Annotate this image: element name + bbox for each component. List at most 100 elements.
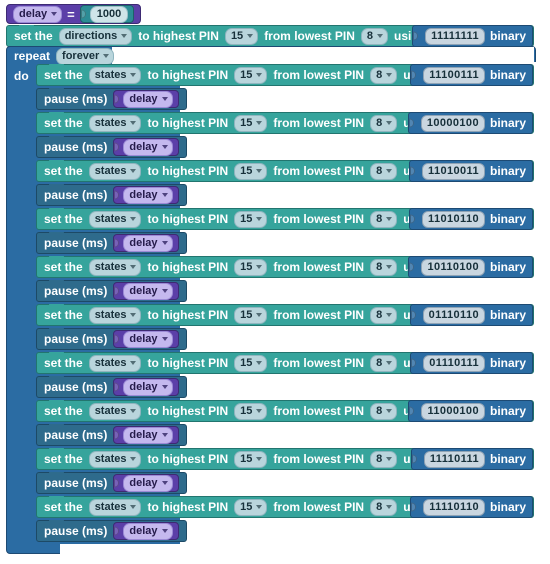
lowest-pin-field[interactable]: 8	[370, 114, 398, 132]
set-states-block[interactable]: set the states to highest PIN 15 from lowest…	[36, 64, 534, 86]
states-target-field[interactable]: states	[88, 498, 142, 516]
delay-variable-field[interactable]: delay	[123, 282, 173, 300]
pause-block[interactable]: pause (ms) delay	[36, 472, 187, 494]
highest-pin-field[interactable]: 15	[234, 450, 268, 468]
delay-variable-block[interactable]: delay	[113, 186, 179, 204]
highest-pin-field[interactable]: 15	[234, 258, 268, 276]
binary-value-block[interactable]: 11010011 binary	[409, 160, 533, 182]
variable-name-field[interactable]: delay	[13, 5, 63, 23]
highest-pin-field[interactable]: 15	[234, 162, 268, 180]
binary-value-block[interactable]: 01110111 binary	[410, 352, 533, 374]
delay-variable-block[interactable]: delay	[113, 474, 179, 492]
pause-block[interactable]: pause (ms) delay	[36, 520, 187, 542]
delay-variable-field[interactable]: delay	[123, 138, 173, 156]
highest-pin-field[interactable]: 15	[234, 114, 268, 132]
binary-value-field[interactable]: 11010110	[422, 210, 485, 228]
set-states-block[interactable]: set the states to highest PIN 15 from lowest…	[36, 448, 534, 470]
binary-value-field[interactable]: 10110100	[421, 258, 485, 276]
binary-value-block[interactable]: 11000100 binary	[408, 400, 533, 422]
directions-target-field[interactable]: directions	[58, 27, 133, 45]
set-states-block[interactable]: set the states to highest PIN 15 from lowest…	[36, 400, 534, 422]
delay-variable-block[interactable]: delay	[113, 90, 179, 108]
pause-block[interactable]: pause (ms) delay	[36, 136, 187, 158]
states-target-field[interactable]: states	[88, 402, 142, 420]
binary-value-field[interactable]: 11110111	[423, 450, 485, 468]
highest-pin-field[interactable]: 15	[234, 66, 268, 84]
set-states-block[interactable]: set the states to highest PIN 15 from lowest…	[36, 496, 534, 518]
binary-value-field[interactable]: 11000100	[421, 402, 485, 420]
states-target-field[interactable]: states	[88, 450, 142, 468]
delay-variable-field[interactable]: delay	[123, 234, 173, 252]
lowest-pin-field[interactable]: 8	[360, 27, 388, 45]
lowest-pin-field[interactable]: 8	[370, 450, 398, 468]
highest-pin-field[interactable]: 15	[234, 354, 268, 372]
states-target-field[interactable]: states	[88, 162, 142, 180]
set-states-block[interactable]: set the states to highest PIN 15 from lowest…	[36, 352, 534, 374]
states-target-field[interactable]: states	[88, 210, 142, 228]
lowest-pin-field[interactable]: 8	[370, 210, 398, 228]
binary-value-block[interactable]: 11110111 binary	[410, 448, 533, 470]
delay-variable-field[interactable]: delay	[123, 474, 173, 492]
binary-value-field[interactable]: 11010011	[422, 162, 485, 180]
binary-value-block[interactable]: 11100111 binary	[410, 64, 533, 86]
binary-value-field[interactable]: 10000100	[420, 114, 485, 132]
binary-value-block[interactable]: 01110110 binary	[409, 304, 533, 326]
blockly-workspace[interactable]: delay = 1000 set the directions to highest PI…	[0, 0, 550, 564]
delay-variable-block[interactable]: delay	[113, 378, 179, 396]
set-states-block[interactable]: set the states to highest PIN 15 from lowest…	[36, 256, 534, 278]
pause-block[interactable]: pause (ms) delay	[36, 88, 187, 110]
delay-variable-field[interactable]: delay	[123, 522, 173, 540]
highest-pin-field[interactable]: 15	[224, 27, 259, 45]
set-states-block[interactable]: set the states to highest PIN 15 from lowest…	[36, 160, 534, 182]
binary-value-block[interactable]: 11010110 binary	[409, 208, 533, 230]
delay-variable-block[interactable]: delay	[113, 234, 179, 252]
lowest-pin-field[interactable]: 8	[370, 258, 398, 276]
delay-variable-block[interactable]: delay	[113, 426, 179, 444]
binary-value-field[interactable]: 11100111	[423, 66, 485, 84]
binary-value-field[interactable]: 11110110	[423, 498, 485, 516]
set-states-block[interactable]: set the states to highest PIN 15 from lowest…	[36, 112, 534, 134]
delay-variable-block[interactable]: delay	[113, 522, 179, 540]
highest-pin-field[interactable]: 15	[234, 402, 268, 420]
binary-value-field[interactable]: 01110110	[422, 306, 485, 324]
pause-block[interactable]: pause (ms) delay	[36, 424, 187, 446]
delay-variable-field[interactable]: delay	[123, 426, 173, 444]
binary-value-block[interactable]: 11111111 binary	[412, 25, 533, 47]
lowest-pin-field[interactable]: 8	[370, 306, 398, 324]
lowest-pin-field[interactable]: 8	[370, 354, 398, 372]
pause-block[interactable]: pause (ms) delay	[36, 280, 187, 302]
pause-block[interactable]: pause (ms) delay	[36, 232, 187, 254]
delay-variable-block[interactable]: delay	[113, 138, 179, 156]
lowest-pin-field[interactable]: 8	[370, 162, 398, 180]
pause-block[interactable]: pause (ms) delay	[36, 184, 187, 206]
repeat-mode-field[interactable]: forever	[56, 47, 115, 65]
set-states-block[interactable]: set the states to highest PIN 15 from lowest…	[36, 304, 534, 326]
pause-block[interactable]: pause (ms) delay	[36, 376, 187, 398]
lowest-pin-field[interactable]: 8	[370, 402, 398, 420]
pause-block[interactable]: pause (ms) delay	[36, 328, 187, 350]
states-target-field[interactable]: states	[88, 258, 142, 276]
binary-value-field[interactable]: 01110111	[423, 354, 485, 372]
set-directions-block[interactable]: set the directions to highest PIN 15 from lo…	[6, 25, 534, 47]
highest-pin-field[interactable]: 15	[234, 498, 268, 516]
delay-variable-field[interactable]: delay	[123, 330, 173, 348]
states-target-field[interactable]: states	[88, 354, 142, 372]
lowest-pin-field[interactable]: 8	[370, 498, 398, 516]
states-target-field[interactable]: states	[88, 114, 142, 132]
binary-value-block[interactable]: 10110100 binary	[408, 256, 533, 278]
binary-value-block[interactable]: 11110110 binary	[410, 496, 533, 518]
delay-variable-block[interactable]: delay	[113, 282, 179, 300]
delay-variable-field[interactable]: delay	[123, 186, 173, 204]
set-states-block[interactable]: set the states to highest PIN 15 from lowest…	[36, 208, 534, 230]
variable-set-block[interactable]: delay = 1000	[6, 4, 142, 24]
number-value-field[interactable]: 1000	[89, 5, 129, 23]
delay-variable-block[interactable]: delay	[113, 330, 179, 348]
states-target-field[interactable]: states	[88, 306, 142, 324]
number-value-block[interactable]: 1000	[79, 5, 135, 23]
highest-pin-field[interactable]: 15	[234, 210, 268, 228]
delay-variable-field[interactable]: delay	[123, 378, 173, 396]
delay-variable-field[interactable]: delay	[123, 90, 173, 108]
lowest-pin-field[interactable]: 8	[370, 66, 398, 84]
binary-value-field[interactable]: 11111111	[425, 27, 485, 45]
states-target-field[interactable]: states	[88, 66, 142, 84]
